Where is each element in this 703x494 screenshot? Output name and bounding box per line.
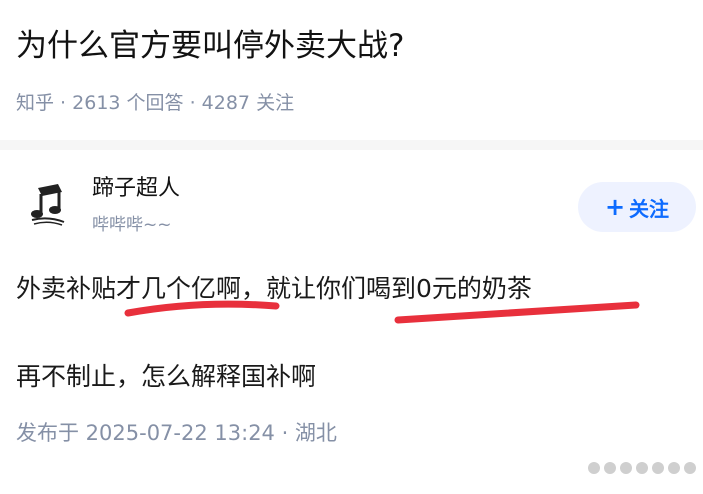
author-name[interactable]: 蹄子超人 [92,174,180,204]
music-note-icon[interactable] [28,182,68,226]
question-title[interactable]: 为什么官方要叫停外卖大战? [16,26,404,66]
section-divider [0,140,703,150]
follow-button[interactable]: + 关注 [578,182,696,232]
answer-line-2: 再不制止，怎么解释国补啊 [16,362,317,391]
question-meta: 知乎 · 2613 个回答 · 4287 关注 [16,90,294,116]
answer-line-1: 外卖补贴才几个亿啊，就让你们喝到0元的奶茶 [16,274,532,303]
author-bio: 哔哔哔~~ [92,215,172,235]
meta-separator: · [183,92,202,114]
underline-mark-2 [394,301,640,324]
publish-info: 发布于 2025-07-22 13:24 · 湖北 [16,421,337,445]
plus-icon: + [604,193,626,221]
follower-count: 4287 关注 [201,92,295,114]
follow-button-label: 关注 [629,196,670,221]
watermark-logo [588,462,696,474]
meta-separator: · [54,92,73,114]
source-label[interactable]: 知乎 [16,92,54,114]
answer-count[interactable]: 2613 个回答 [72,92,183,114]
